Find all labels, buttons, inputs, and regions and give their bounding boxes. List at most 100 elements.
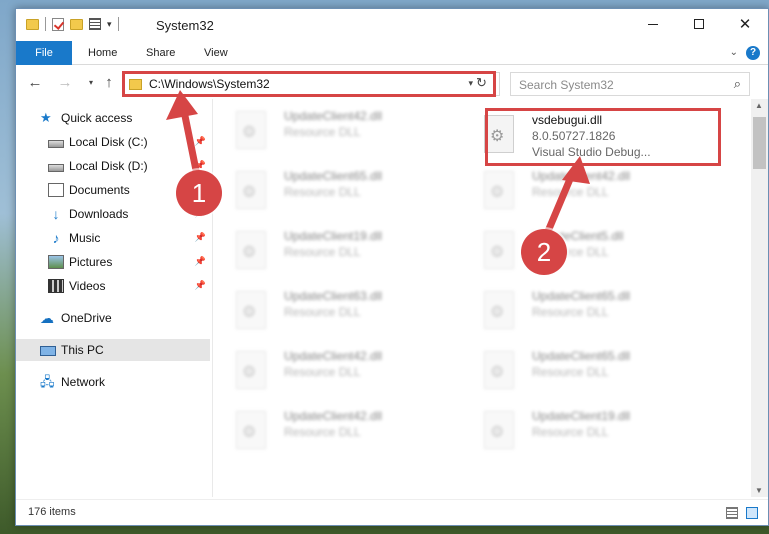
file-type: Resource DLL	[284, 125, 361, 139]
minimize-button[interactable]	[630, 9, 676, 39]
file-name: UpdateClient42.dll	[284, 109, 383, 123]
properties-check-icon[interactable]	[52, 17, 64, 31]
tab-share[interactable]: Share	[134, 41, 187, 65]
pictures-icon	[48, 255, 64, 269]
back-button[interactable]: ←	[24, 73, 46, 93]
file-type: Resource DLL	[284, 305, 361, 319]
list-item[interactable]: UpdateClient63.dll Resource DLL	[216, 287, 446, 335]
sidebar-item-onedrive[interactable]: ☁ OneDrive	[16, 307, 210, 329]
documents-icon	[48, 183, 64, 197]
minimize-icon	[648, 23, 658, 25]
music-icon: ♪	[52, 230, 60, 246]
scroll-up-icon[interactable]: ▲	[755, 101, 763, 110]
sidebar-item-label: Documents	[69, 183, 130, 197]
pin-icon: 📌	[194, 256, 206, 266]
close-icon: ✕	[738, 16, 752, 33]
file-type: Resource DLL	[284, 185, 361, 199]
sidebar-item-local-disk-c[interactable]: Local Disk (C:) 📌	[16, 131, 210, 153]
file-name: UpdateClient65.dll	[284, 169, 383, 183]
list-item[interactable]: UpdateClient42.dll Resource DLL	[464, 167, 694, 215]
tab-file[interactable]: File	[16, 41, 72, 65]
folder-icon[interactable]	[26, 18, 39, 30]
large-icons-view-icon[interactable]	[746, 507, 758, 519]
tab-view[interactable]: View	[192, 41, 240, 65]
file-type: Resource DLL	[532, 185, 609, 199]
list-item[interactable]: UpdateClient42.dll Resource DLL	[216, 107, 446, 155]
sidebar-item-label: Downloads	[69, 207, 129, 221]
pin-icon: 📌	[194, 232, 206, 242]
file-name: UpdateClient63.dll	[284, 289, 383, 303]
forward-button[interactable]: →	[54, 73, 76, 93]
close-button[interactable]: ✕	[722, 9, 768, 39]
list-item[interactable]: UpdateClient19.dll Resource DLL	[216, 227, 446, 275]
scroll-down-icon[interactable]: ▼	[755, 486, 763, 495]
pane-divider[interactable]	[212, 99, 213, 497]
list-item[interactable]: UpdateClient5.dll Resource DLL	[464, 227, 694, 275]
toolbar-separator	[45, 17, 46, 31]
search-input[interactable]: Search System32	[519, 78, 614, 92]
search-box[interactable]: Search System32 ⌕	[510, 72, 750, 96]
properties-icon[interactable]	[89, 18, 101, 30]
maximize-button[interactable]	[676, 9, 722, 39]
dll-file-icon	[484, 411, 514, 449]
file-type: Resource DLL	[532, 425, 609, 439]
file-type: Resource DLL	[284, 245, 361, 259]
this-pc-icon	[40, 345, 56, 356]
sidebar-item-pictures[interactable]: Pictures 📌	[16, 251, 210, 273]
sidebar-item-quick-access[interactable]: ★ Quick access	[16, 107, 210, 129]
file-name: UpdateClient19.dll	[284, 229, 383, 243]
drive-icon	[48, 139, 64, 148]
sidebar-item-videos[interactable]: Videos 📌	[16, 275, 210, 297]
downloads-icon: ↓	[52, 206, 60, 222]
help-icon[interactable]: ?	[746, 46, 760, 60]
dll-file-icon	[236, 291, 266, 329]
toolbar-separator	[117, 17, 119, 31]
dll-file-icon	[484, 231, 514, 269]
sidebar-item-this-pc[interactable]: This PC	[16, 339, 210, 361]
drive-icon	[48, 163, 64, 172]
sidebar-item-network[interactable]: 🖧 Network	[16, 371, 210, 393]
pin-icon: 📌	[194, 280, 206, 290]
vertical-scrollbar[interactable]: ▲ ▼	[751, 99, 768, 497]
navigation-pane: ★ Quick access Local Disk (C:) 📌 Local D…	[16, 105, 212, 497]
scroll-thumb[interactable]	[753, 117, 766, 169]
navigation-bar: ← → ▾ ↑ C:\Windows\System32 ▾ ↻ Search S…	[16, 67, 768, 99]
dll-file-icon	[484, 291, 514, 329]
explorer-window: ▾ System32 ✕ File Home Share View ⌄ ? ← …	[15, 8, 769, 526]
onedrive-icon: ☁	[40, 310, 54, 326]
list-item[interactable]: UpdateClient65.dll Resource DLL	[216, 167, 446, 215]
sidebar-item-label: This PC	[61, 343, 104, 357]
dll-file-icon	[236, 411, 266, 449]
new-folder-icon[interactable]	[70, 18, 83, 30]
window-title: System32	[156, 18, 214, 33]
list-item[interactable]: UpdateClient42.dll Resource DLL	[216, 347, 446, 395]
callout-badge-2: 2	[521, 229, 567, 275]
title-bar: ▾ System32 ✕	[16, 9, 768, 41]
dll-file-icon	[236, 111, 266, 149]
ribbon-tabs: File Home Share View ⌄ ?	[16, 41, 768, 65]
file-type: Resource DLL	[284, 365, 361, 379]
details-view-icon[interactable]	[726, 507, 738, 519]
sidebar-item-label: Pictures	[69, 255, 113, 269]
videos-icon	[48, 279, 64, 293]
customize-toolbar-icon[interactable]: ▾	[107, 19, 112, 30]
sidebar-item-label: Music	[69, 231, 101, 245]
tab-home[interactable]: Home	[76, 41, 129, 65]
sidebar-item-music[interactable]: ♪ Music 📌	[16, 227, 210, 249]
file-name: UpdateClient42.dll	[284, 409, 383, 423]
expand-ribbon-icon[interactable]: ⌄	[730, 47, 738, 58]
sidebar-item-label: Network	[61, 375, 106, 389]
list-item[interactable]: UpdateClient42.dll Resource DLL	[216, 407, 446, 455]
list-item[interactable]: UpdateClient19.dll Resource DLL	[464, 407, 694, 455]
file-name: UpdateClient42.dll	[532, 169, 631, 183]
search-icon[interactable]: ⌕	[734, 76, 741, 92]
list-item[interactable]: UpdateClient65.dll Resource DLL	[464, 347, 694, 395]
star-icon: ★	[40, 110, 52, 125]
file-name: UpdateClient65.dll	[532, 289, 631, 303]
item-count: 176 items	[28, 506, 76, 518]
refresh-icon[interactable]: ↻	[476, 75, 487, 91]
sidebar-item-local-disk-d[interactable]: Local Disk (D:) 📌	[16, 155, 210, 177]
list-item[interactable]: UpdateClient65.dll Resource DLL	[464, 287, 694, 335]
callout-badge-1: 1	[176, 170, 222, 216]
up-button[interactable]: ↑	[98, 73, 120, 93]
